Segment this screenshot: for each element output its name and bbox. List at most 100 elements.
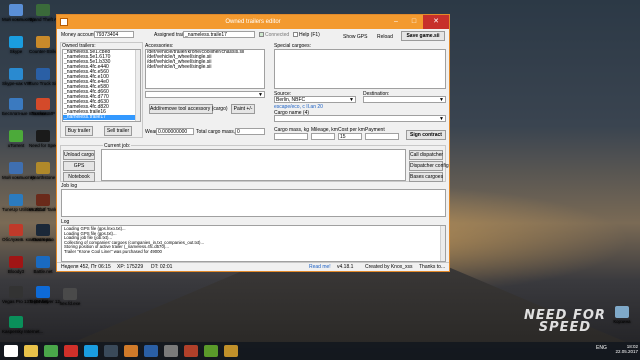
battlenet-icon <box>36 256 50 268</box>
notebook-button[interactable]: Notebook <box>63 172 95 182</box>
log-scrollbar[interactable] <box>440 226 445 261</box>
app-icon <box>60 18 68 26</box>
accessory-select[interactable]: ▼ <box>145 91 265 98</box>
show-gps-link[interactable]: Show GPS <box>343 34 367 40</box>
desktop-shortcut[interactable]: TruckersMP <box>29 98 57 128</box>
desktop-shortcut[interactable]: Grand Theft Auto V <box>29 4 68 34</box>
sell-trailer-button[interactable]: Sell trailer <box>104 126 132 136</box>
gps-button[interactable]: GPS <box>63 161 95 171</box>
owned-trailers-scrollbar[interactable] <box>135 50 140 121</box>
call-dispatcher-button[interactable]: Call dispatcher <box>409 150 443 160</box>
job-log-box[interactable] <box>61 189 446 217</box>
chrome-icon[interactable] <box>44 345 58 357</box>
desktop-shortcut-label: Battle.net <box>33 269 53 274</box>
status-week: Неделя 452, Пт 06:15 <box>61 264 111 270</box>
desktop-shortcut[interactable]: Steam.exe <box>29 224 57 254</box>
total-cargo-mass-field[interactable]: 0 <box>235 128 265 135</box>
current-job-details <box>101 149 406 181</box>
recycle-bin-shortcut[interactable]: Корзина <box>608 306 636 336</box>
owned-trailers-editor-window: Owned trailers editor – □ ✕ Money accoun… <box>56 14 450 272</box>
maximize-button[interactable]: □ <box>405 15 423 29</box>
skype-icon[interactable] <box>84 345 98 357</box>
payment-field[interactable] <box>365 133 399 140</box>
read-me-link[interactable]: Read me! <box>309 264 331 271</box>
desktop-shortcut[interactable]: Need for Speed <box>29 130 61 160</box>
desktop-shortcut[interactable]: uTorrent <box>2 130 30 160</box>
desktop-shortcut[interactable]: TuneUp Utilities 2014 <box>2 194 45 224</box>
reload-link[interactable]: Reload <box>377 34 393 40</box>
desktop-shortcut-label: TruckersMP <box>30 111 56 116</box>
help-checkbox[interactable]: Help (F1) <box>293 32 320 38</box>
window-title: Owned trailers editor <box>225 19 281 25</box>
desktop-shortcut[interactable]: Мой компьютер <box>2 4 35 34</box>
mileage-field[interactable] <box>311 133 335 140</box>
close-button[interactable]: ✕ <box>423 15 449 29</box>
desktop-shortcut-label: Hearthstone <box>30 175 56 180</box>
desktop-shortcut[interactable]: hex.fd.exe <box>56 288 84 318</box>
desktop-shortcut[interactable]: Skype-как VIP <box>2 68 32 98</box>
unload-cargo-button[interactable]: Unload cargo <box>63 150 95 160</box>
app-icon[interactable] <box>204 345 218 357</box>
accessories-list[interactable]: /def/vehicle/trailer/krone/coolliner/cha… <box>145 49 265 89</box>
steam-icon[interactable] <box>104 345 118 357</box>
cargo-name-select[interactable]: ▼ <box>274 115 446 122</box>
app-icon[interactable] <box>224 345 238 357</box>
destination-select[interactable]: ▼ <box>363 96 446 103</box>
kaspersky-icon <box>9 316 23 328</box>
help-check-icon <box>293 32 298 38</box>
paint-button[interactable]: Paint +/- <box>231 104 255 114</box>
desktop-shortcut-label: Grand Theft Auto V <box>29 17 68 22</box>
dispatcher-config-button[interactable]: Dispatcher config <box>409 161 449 171</box>
start-icon[interactable] <box>4 345 18 357</box>
desktop-shortcut[interactable]: Бесплатные платежи... <box>2 98 50 128</box>
owned-trailer-item[interactable]: _nameless.traile17 <box>63 115 140 120</box>
money-field[interactable]: 79373404 <box>94 31 134 38</box>
desktop-shortcut-label: Skype-как VIP <box>2 81 32 86</box>
accessory-item[interactable]: /def/vehicle/t_wheel/single.sii <box>146 65 264 70</box>
steam-icon <box>36 224 50 236</box>
desktop-shortcut[interactable]: Vegas Pro 13.0 (64-bit) <box>2 286 48 316</box>
cargo-mass-field[interactable] <box>274 133 308 140</box>
desktop-shortcut[interactable]: Bloody3 <box>2 256 30 286</box>
wear-field[interactable]: 0.000000000 <box>156 128 194 135</box>
status-bar: Неделя 452, Пт 06:15 XP: 175229 DT: 02:0… <box>57 262 449 271</box>
add-remove-accessory-button[interactable]: Add/remove tool accessory (cargo) <box>149 104 228 114</box>
desktop-shortcut-label: Бесплатные платежи... <box>2 111 50 116</box>
sign-contract-button[interactable]: Sign contract <box>406 130 446 140</box>
app-icon[interactable] <box>184 345 198 357</box>
desktop-shortcut[interactable]: Euro Truck Simulator 2 <box>29 68 75 98</box>
owned-trailers-list[interactable]: _nameless.5e1.c8e8 _nameless.5e1.6170 _nam… <box>62 49 141 122</box>
desktop-shortcut[interactable]: Обслужив. компьютера... <box>2 224 55 254</box>
folder-icon[interactable] <box>24 345 38 357</box>
truck-icon[interactable] <box>144 345 158 357</box>
desktop-shortcut[interactable]: Counter-Strike Global... <box>29 36 76 66</box>
app-icon[interactable] <box>164 345 178 357</box>
chevron-down-icon: ▼ <box>349 97 354 103</box>
language-indicator[interactable]: ENG <box>596 346 607 351</box>
log-box[interactable]: Loading GPS file (gps.lnxo.txt)... Loadin… <box>61 225 446 262</box>
desktop-shortcut[interactable]: Hearthstone <box>29 162 57 192</box>
desktop-shortcut-label: TuneUp Utilities 2014 <box>2 207 45 212</box>
desktop-shortcut[interactable]: Skype <box>2 36 30 66</box>
window-titlebar[interactable]: Owned trailers editor – □ ✕ <box>57 15 449 29</box>
desktop-shortcut[interactable]: TeamViewer 12 <box>29 286 60 316</box>
bases-cargoes-button[interactable]: Bases cargoes <box>409 172 443 182</box>
save-game-button[interactable]: Save game.sii <box>401 31 445 41</box>
cost-per-km-field[interactable]: 15 <box>338 133 362 140</box>
source-select[interactable]: Berlin, NBFC ▼ <box>274 96 356 103</box>
minimize-button[interactable]: – <box>387 15 405 29</box>
desktop-shortcut-label: TeamViewer 12 <box>29 299 60 304</box>
special-cargoes-list[interactable] <box>274 49 446 89</box>
assigned-trailer-field[interactable]: _nameless.traile17 <box>183 31 255 38</box>
desktop-shortcut[interactable]: Мой компьютер <box>2 162 35 192</box>
buy-trailer-button[interactable]: Buy trailer <box>65 126 93 136</box>
desktop-shortcut[interactable]: Battle.net <box>29 256 57 286</box>
thanks-link[interactable]: Thanks to... <box>419 264 445 271</box>
desktop-shortcut-label: uTorrent <box>7 143 25 148</box>
connected-checkbox[interactable]: Connected <box>259 32 289 38</box>
desktop-shortcut[interactable]: World of Tanks <box>29 194 59 224</box>
media-icon[interactable] <box>124 345 138 357</box>
desktop-shortcut-label: Skype <box>9 49 23 54</box>
opera-icon[interactable] <box>64 345 78 357</box>
clock[interactable]: 18:02 22.05.2017 <box>612 344 638 354</box>
